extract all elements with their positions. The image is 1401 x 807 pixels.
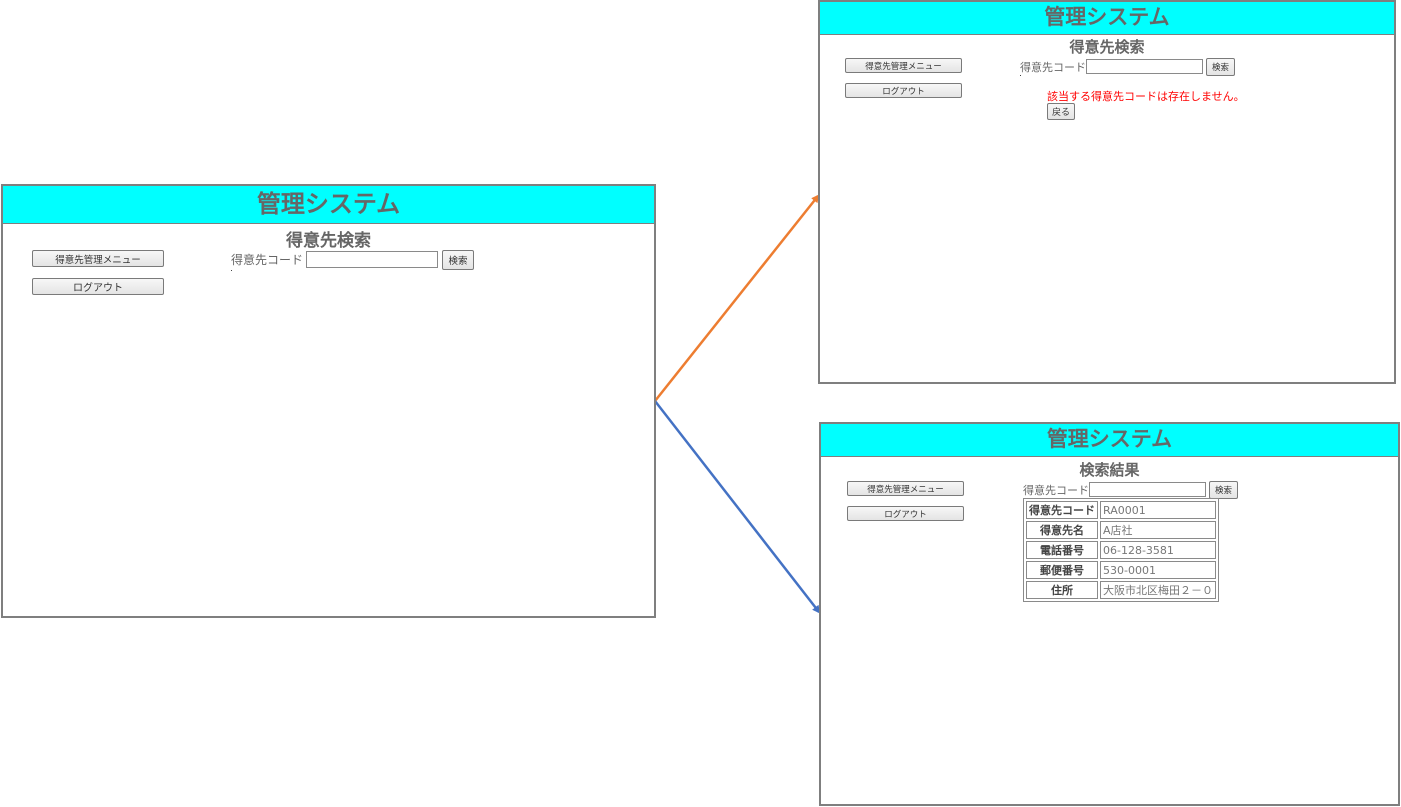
table-row: 住所 大阪市北区梅田２－０ [1026,581,1216,599]
customer-code-label: 得意先コード [1020,61,1086,74]
app-title: 管理システム [1044,5,1170,29]
table-row: 郵便番号 530-0001 [1026,561,1216,579]
page-title: 検索結果 [1079,461,1140,479]
arrow-to-error-screen [654,194,820,402]
row-label: 住所 [1026,581,1098,599]
logout-button[interactable]: ログアウト [845,83,962,98]
row-label: 得意先コード [1026,501,1098,519]
row-label: 電話番号 [1026,541,1098,559]
stray-dot [1020,75,1021,76]
customer-code-input[interactable] [306,251,438,268]
arrow-to-result-screen [654,400,821,614]
table-row: 得意先コード RA0001 [1026,501,1216,519]
app-header: 管理システム [821,424,1398,457]
customer-menu-button[interactable]: 得意先管理メニュー [32,250,164,267]
customer-code-input[interactable] [1086,59,1203,74]
customer-code-label: 得意先コード [231,253,304,267]
logout-button[interactable]: ログアウト [32,278,164,295]
error-message: 該当する得意先コードは存在しません。 [1047,90,1245,103]
page-title: 得意先検索 [1069,38,1145,56]
row-value: 530-0001 [1100,561,1216,579]
app-title: 管理システム [256,190,401,218]
search-screen: 管理システム 得意先検索 得意先管理メニュー ログアウト 得意先コード 検索 [1,184,656,618]
row-value: 大阪市北区梅田２－０ [1100,581,1216,599]
app-header: 管理システム [3,186,654,224]
error-screen: 管理システム 得意先検索 得意先管理メニュー ログアウト 得意先コード 検索 該… [818,0,1396,384]
back-button[interactable]: 戻る [1047,103,1075,120]
stray-dot [231,270,232,271]
page-title: 得意先検索 [286,231,371,251]
row-value: 06-128-3581 [1100,541,1216,559]
customer-detail-table: 得意先コード RA0001 得意先名 A店社 電話番号 06-128-3581 … [1023,498,1219,602]
search-button[interactable]: 検索 [1209,481,1238,499]
app-title: 管理システム [1046,427,1173,451]
logout-button[interactable]: ログアウト [847,506,964,521]
customer-code-label: 得意先コード [1023,484,1089,497]
row-label: 得意先名 [1026,521,1098,539]
search-button[interactable]: 検索 [1206,58,1235,76]
customer-menu-button[interactable]: 得意先管理メニュー [845,58,962,73]
result-screen: 管理システム 検索結果 得意先管理メニュー ログアウト 得意先コード 検索 得意… [819,422,1400,806]
row-label: 郵便番号 [1026,561,1098,579]
row-value: RA0001 [1100,501,1216,519]
row-value: A店社 [1100,521,1216,539]
table-row: 電話番号 06-128-3581 [1026,541,1216,559]
table-row: 得意先名 A店社 [1026,521,1216,539]
search-button[interactable]: 検索 [442,250,474,270]
customer-code-input[interactable] [1089,482,1206,497]
app-header: 管理システム [820,2,1394,35]
customer-menu-button[interactable]: 得意先管理メニュー [847,481,964,496]
